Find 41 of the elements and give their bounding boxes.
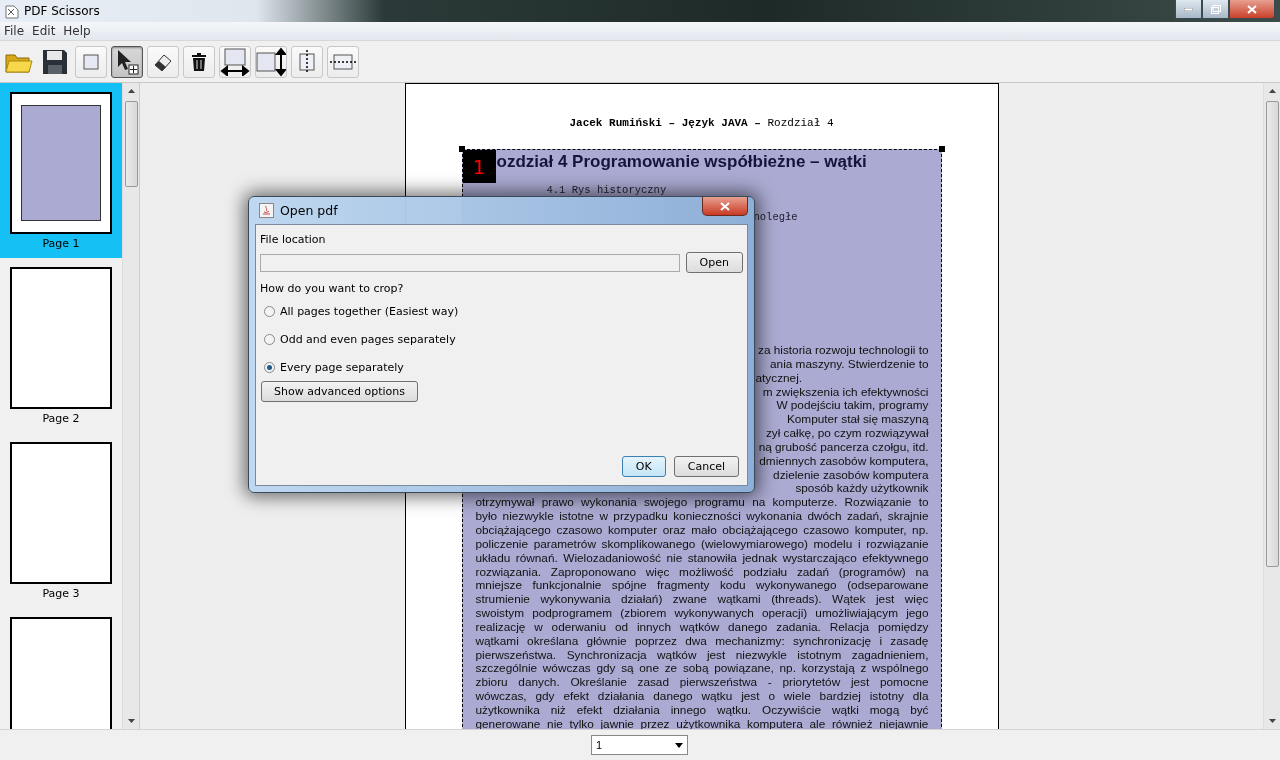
contents-entry: 4.1 Rys historyczny <box>546 184 668 196</box>
page-label: Page 1 <box>42 237 80 250</box>
crop-question: How do you want to crop? <box>260 282 405 295</box>
page-header: Jacek Rumiński – Język JAVA – Rozdział 4 <box>568 117 835 129</box>
page-label: Page 2 <box>42 412 80 425</box>
text-line: ania maszyny. Stwierdzenie to <box>770 357 929 372</box>
text-line: dzielenie zasobów komputera <box>773 468 929 483</box>
text-line: W podejściu takim, programy <box>776 399 929 414</box>
crop-number: 1 <box>462 150 496 183</box>
text-line: rozwiązania. Zaproponowano więc możliwość podziału zadań (programów) na <box>475 565 929 580</box>
text-line: otrzymywał prawo wykonania swojego programu na komputerze. Rozwiązanie to <box>475 496 929 511</box>
option-label: All pages together (Easiest way) <box>280 304 459 318</box>
text-line: układu równań. Wielozadaniowość nie stanowiła jednak wystarczająco efektywnego <box>475 551 929 566</box>
text-line: m zwiększenia ich efektywności <box>762 385 929 400</box>
chapter-heading: ozdział 4 Programowanie współbieżne – wątki <box>496 152 868 172</box>
text-line: ną grubość pancerza czołgu, itd. <box>758 440 929 455</box>
text-line: dmiennych zasobów komputera, <box>759 454 929 469</box>
page-label: Page 3 <box>42 587 80 600</box>
text-line: obciążającego czasowo komputer oraz mało obciążającego czasowo komputer, np. <box>475 523 929 538</box>
text-line: za historia rozwoju technologii to <box>758 344 929 358</box>
text-line: pierwszeństwa. Synchronizacja wątków jest niezwykle istotnym zagadnieniem, <box>475 648 929 663</box>
text-line: użytkownika niż efekt działania innego wątku. Oczywiście wątki mogą być <box>475 703 929 718</box>
field-label: File location <box>260 233 327 246</box>
dialog-title: Open pdf <box>280 203 338 218</box>
text-line: mniejsze funkcjonalnie spójne fragmenty kodu wykonywanego (odseparowane <box>475 579 929 594</box>
text-line: Komputer stał się maszyną <box>786 413 929 428</box>
text-line: zbioru danych. Określanie zasad pierwszeństwa - priorytetów jest pomocne <box>475 676 929 691</box>
option-label: Odd and even pages separately <box>280 332 456 346</box>
text-line: strumienie wykonywania działań) zwane wątkami (threads). Wątek jest więc <box>475 593 929 608</box>
text-line: sposób każdy użytkownik <box>795 482 929 497</box>
text-line: atycznej. <box>755 371 803 386</box>
text-line: swoistym podprogramem (zbiorem wykonywanych operacji) umożliwiającym jego <box>475 607 929 621</box>
option-label: Every page separately <box>280 360 404 374</box>
text-line: szczególnie wówczas gdy są one ze sobą powiązane, np. korzystają z wspólnego <box>475 662 929 677</box>
text-line: policzenie parametrów skomplikowanego (wielowymiarowego) modelu i rozwiązanie <box>475 537 929 552</box>
window-title: PDF Scissors <box>24 4 100 18</box>
text-line: zył całkę, po czym rozwiązywał <box>765 427 929 441</box>
text-line: wówczas, gdy efekt działania danego wątku jest o wiele bardziej istotny dla <box>475 690 929 704</box>
text-line: realizację w oderwaniu od innych wątków danego zadania. Relacja pomiędzy <box>475 620 929 635</box>
text-line: wątkami określana głównie poprzez dwa mechanizmy: synchronizację i zasadę <box>475 634 929 649</box>
text-line: było niezwykle istotne w przypadku konieczności wykonania dwóch zadań, skrajnie <box>475 510 929 524</box>
